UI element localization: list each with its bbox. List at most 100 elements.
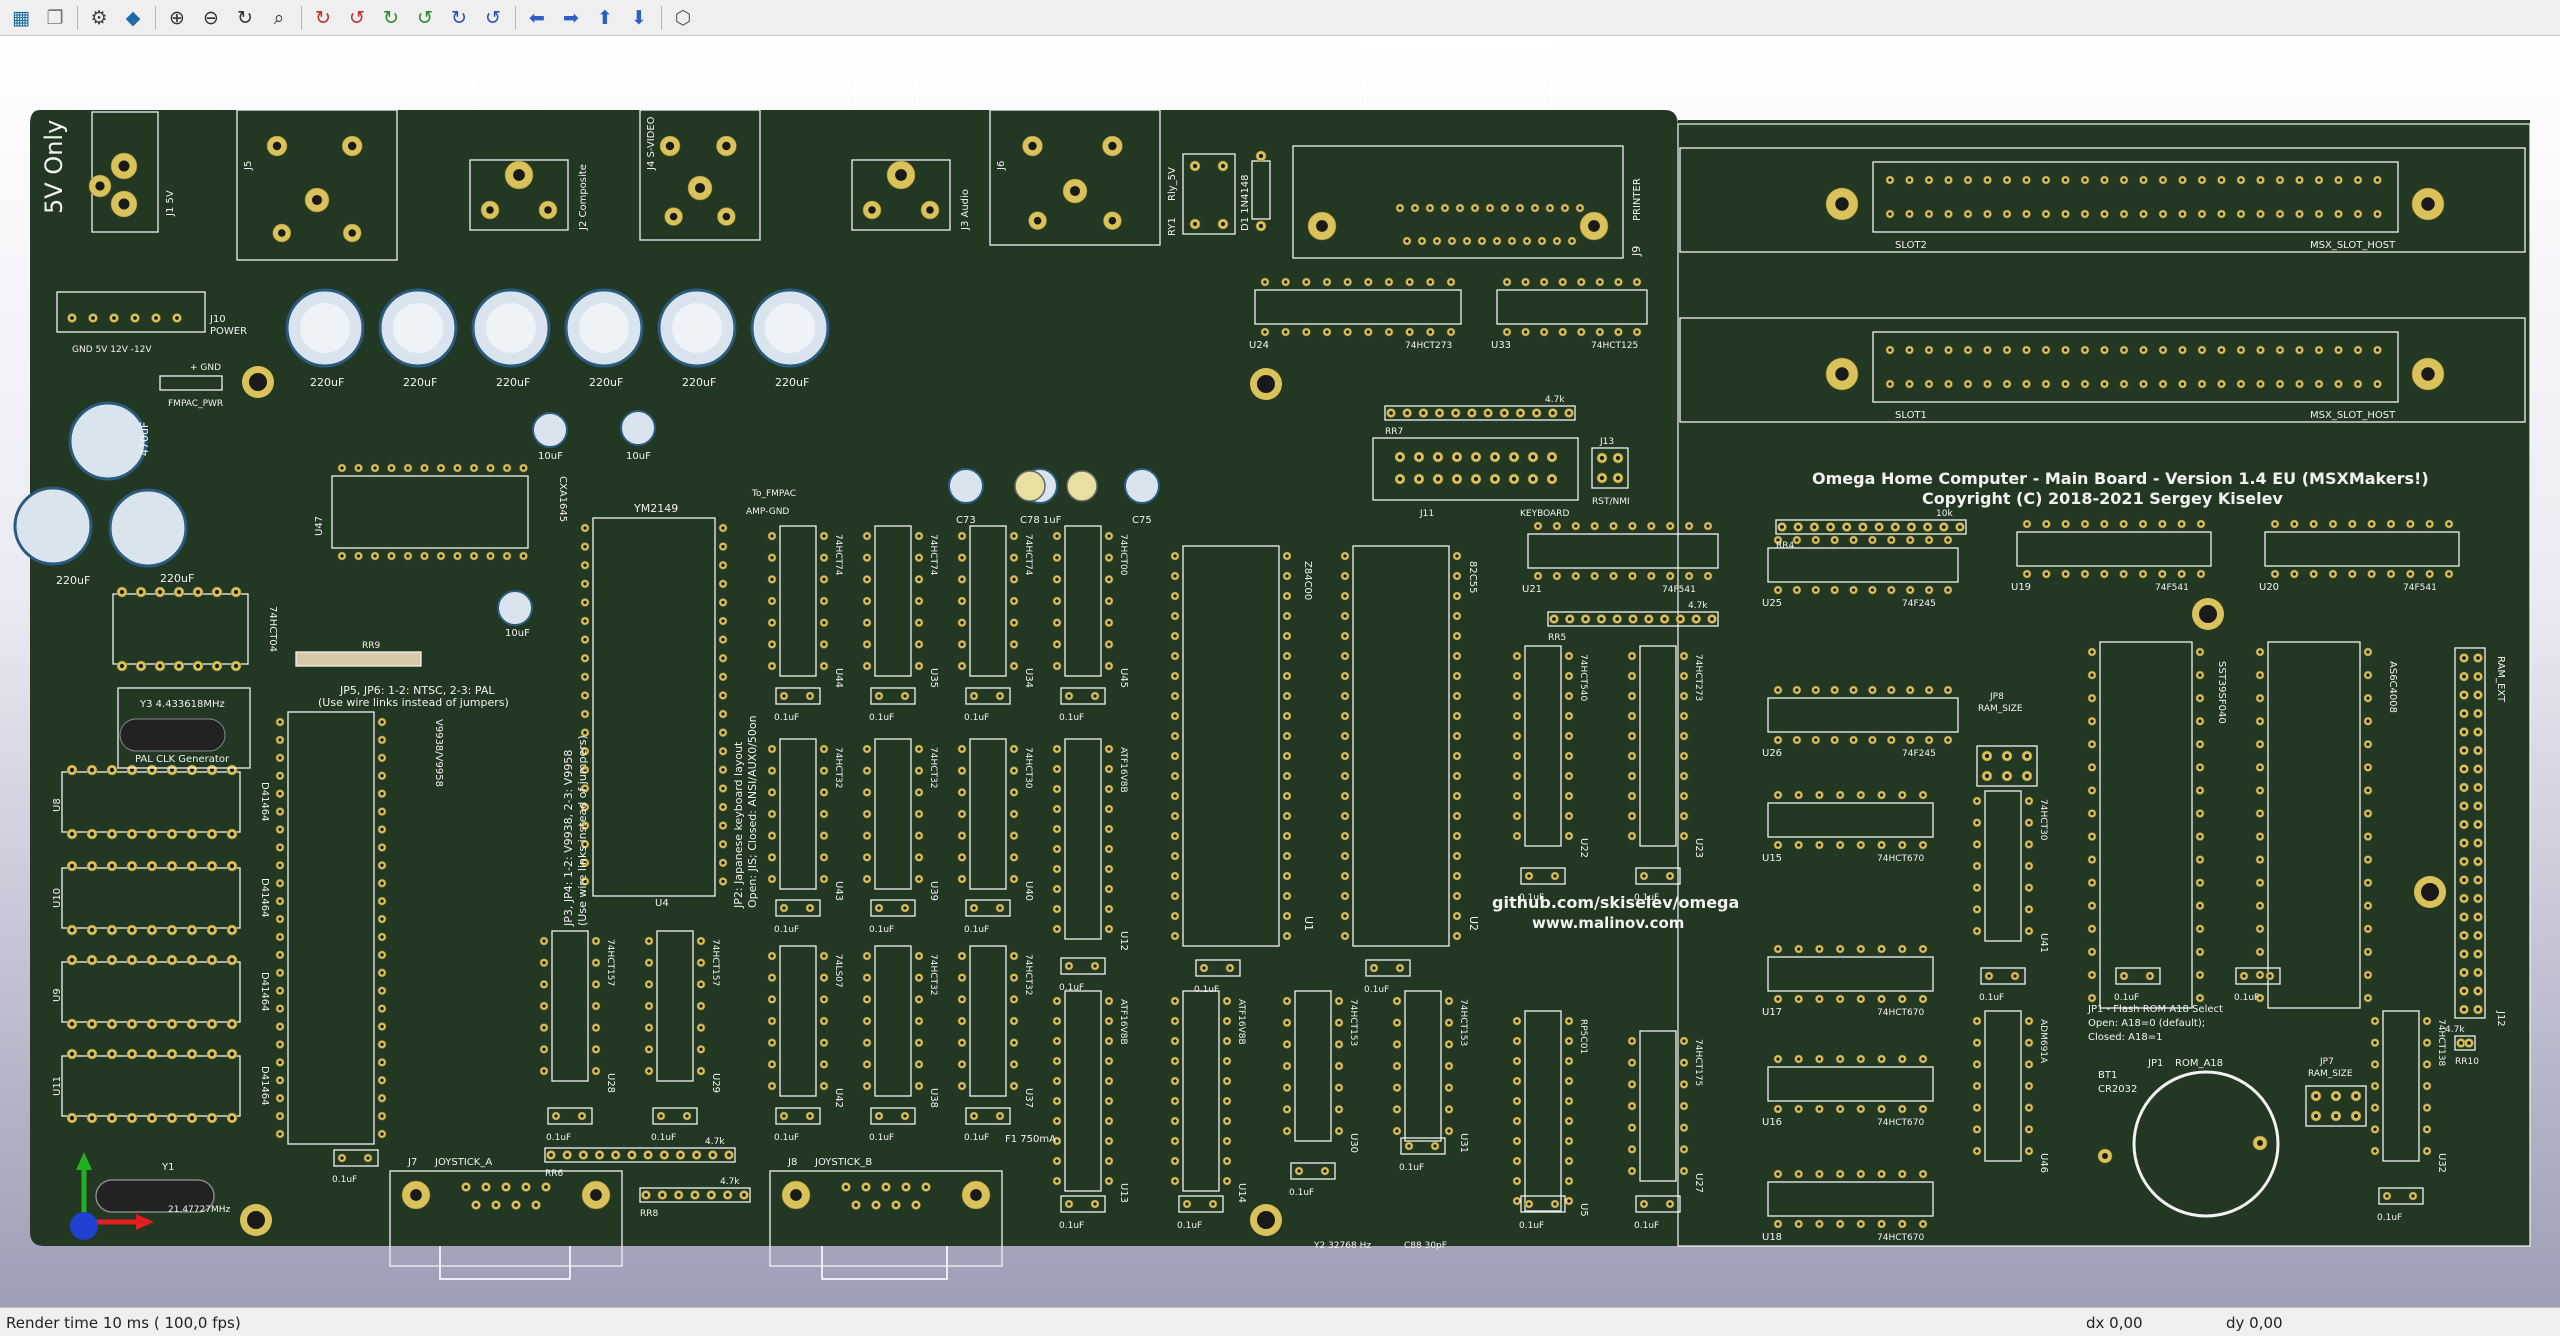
move-up-button[interactable]: ⬆ [590, 3, 620, 33]
drill-hole [727, 1153, 731, 1157]
footprint-button[interactable]: ❐ [40, 3, 70, 33]
drill-hole [699, 1069, 703, 1073]
drill-hole [278, 1078, 282, 1082]
drill-hole [2425, 1127, 2429, 1132]
drill-hole [721, 842, 725, 846]
drill-hole [1316, 220, 1328, 232]
render-time-text: Render time 10 ms ( 100,0 fps) [6, 1314, 241, 1332]
drill-hole [154, 316, 158, 320]
drill-hole [1776, 793, 1780, 797]
drill-hole [2292, 572, 2297, 576]
pcb-scene[interactable]: 5V Only J1 5VJ5 J4 S-VIDEO J6J2 Composite J3… [0, 36, 2560, 1307]
drill-hole [1515, 674, 1519, 678]
j13-ref: J13 [1599, 437, 1614, 447]
drill-hole [583, 563, 587, 567]
drill-hole [1225, 1099, 1229, 1103]
chip-ref: U35 [928, 668, 939, 688]
drill-hole [822, 664, 826, 668]
small-electrolytic-cap [620, 410, 656, 446]
drill-hole [1832, 538, 1837, 542]
drill-hole [2258, 673, 2262, 677]
drill-hole [1495, 239, 1499, 243]
rotate-z-cw-button[interactable]: ↻ [444, 3, 474, 33]
drill-hole [542, 1047, 546, 1052]
drill-hole [1630, 1104, 1634, 1108]
drill-hole [1055, 599, 1059, 603]
zoom-fit-button[interactable]: ⌕ [264, 3, 294, 33]
drill-hole [1416, 454, 1422, 460]
drill-hole [770, 855, 774, 860]
refresh-icon: ↻ [237, 6, 253, 29]
drill-hole [721, 768, 725, 772]
drill-hole [1455, 754, 1459, 758]
drill-hole [2278, 348, 2282, 352]
drill-hole [583, 544, 587, 549]
drill-hole [1173, 934, 1177, 938]
pcb-editor-button[interactable]: ▦ [6, 3, 36, 33]
drill-hole [2090, 834, 2094, 839]
cap-value: 220uF [403, 376, 437, 389]
move-left-button[interactable]: ⬅ [522, 3, 552, 33]
refresh-button[interactable]: ↻ [230, 3, 260, 33]
drill-hole [904, 1185, 908, 1189]
drill-hole [2425, 1084, 2429, 1088]
drill-hole [1107, 907, 1111, 911]
rotate-y-ccw-button[interactable]: ↺ [410, 3, 440, 33]
drill-hole [176, 663, 182, 669]
drill-hole [2161, 382, 2165, 386]
drill-hole [1630, 814, 1634, 818]
cap-value: 0.1uF [869, 1133, 894, 1143]
3d-viewport[interactable]: 5V Only J1 5V J5 J4 S-VIDEO J6 J2 Composite J3… [0, 36, 2560, 1307]
rotate-x-ccw-button[interactable]: ↺ [342, 3, 372, 33]
drill-hole [1975, 1062, 1979, 1067]
drill-hole [1888, 348, 1892, 352]
rotate-y-cw-button[interactable]: ↻ [376, 3, 406, 33]
drill-hole [710, 1153, 715, 1157]
drill-hole [1225, 1159, 1229, 1163]
drill-hole [917, 599, 921, 603]
drill-hole [1225, 1039, 1229, 1043]
3d-box-button[interactable]: ◆ [118, 3, 148, 33]
ortho-view-button[interactable]: ⬡ [668, 3, 698, 33]
drill-hole [2331, 572, 2335, 576]
move-right-button[interactable]: ➡ [556, 3, 586, 33]
drill-hole [1567, 411, 1571, 415]
move-down-button[interactable]: ⬇ [624, 3, 654, 33]
drill-hole [2160, 572, 2165, 576]
drill-hole [1630, 734, 1634, 738]
drill-hole [1413, 206, 1417, 210]
drill-hole [2447, 572, 2451, 576]
rotate-z-ccw-button[interactable]: ↺ [478, 3, 508, 33]
drill-hole [2333, 1113, 2339, 1119]
drill-hole [998, 1114, 1002, 1118]
drill-hole [2467, 1041, 2471, 1045]
zoom-in-button[interactable]: ⊕ [162, 3, 192, 33]
drill-hole [554, 1114, 558, 1118]
drill-hole [2366, 742, 2370, 746]
drill-hole [169, 831, 175, 837]
drill-hole [877, 906, 881, 910]
settings-gear-button[interactable]: ⚙ [84, 3, 114, 33]
drill-hole [1323, 1169, 1327, 1173]
chip-ref: U23 [1693, 838, 1704, 858]
drill-hole [1107, 747, 1111, 751]
drill-hole [594, 1047, 598, 1052]
chip-value: 74HCT125 [1591, 341, 1638, 351]
drill-hole [1055, 1039, 1059, 1043]
zoom-out-button[interactable]: ⊖ [196, 3, 226, 33]
drill-hole [1630, 1147, 1634, 1152]
drill-hole [1630, 1125, 1634, 1130]
drill-hole [2313, 1113, 2319, 1119]
drill-hole [2462, 952, 2466, 956]
drill-hole [1567, 617, 1572, 621]
rotate-x-cw-button[interactable]: ↻ [308, 3, 338, 33]
drill-hole [2141, 522, 2145, 526]
drill-hole [1173, 714, 1177, 718]
drill-hole [1453, 411, 1458, 415]
j10-label: J10 [209, 314, 226, 325]
drill-hole [2373, 1084, 2377, 1088]
drill-hole [2366, 719, 2370, 723]
drill-hole [822, 620, 826, 625]
drill-hole [2408, 572, 2413, 576]
drill-hole [1966, 212, 1970, 216]
